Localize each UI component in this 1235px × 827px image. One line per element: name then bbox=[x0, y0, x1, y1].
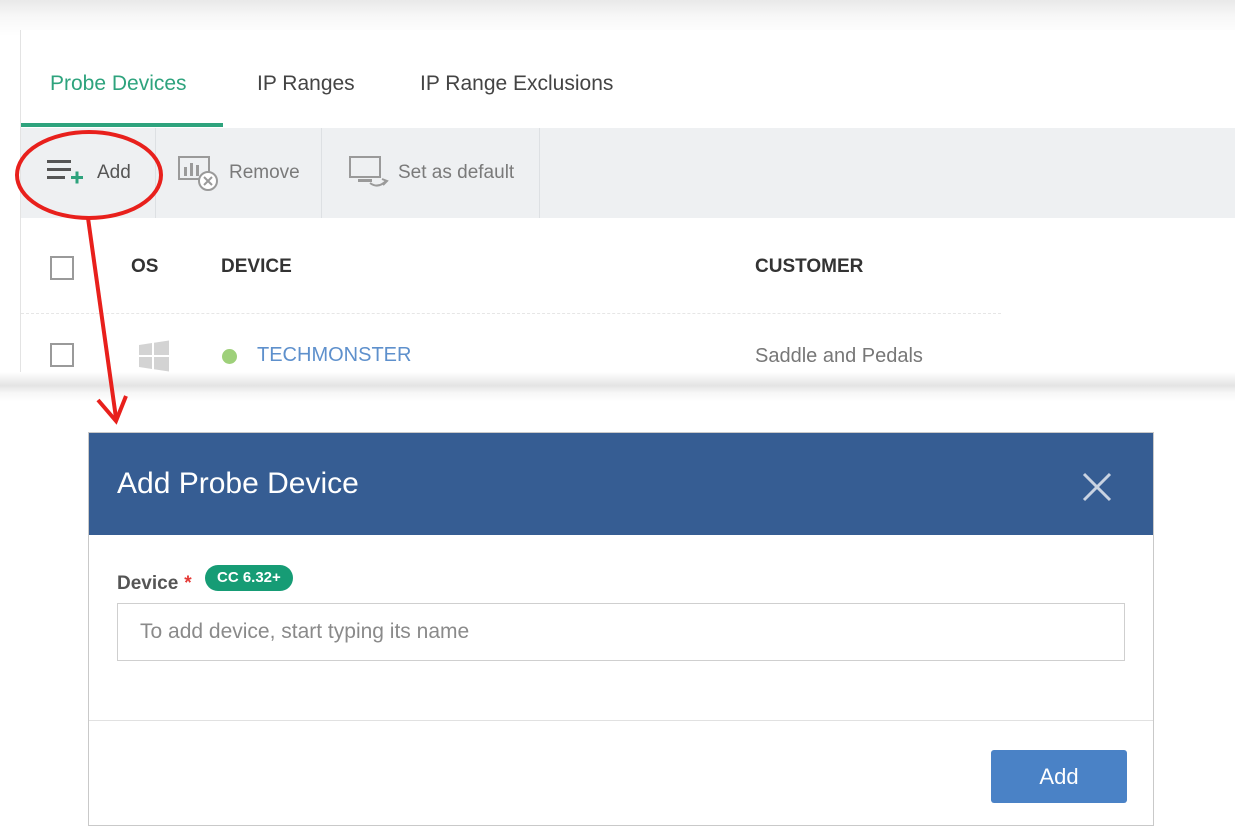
add-button[interactable]: Add bbox=[45, 128, 131, 218]
version-badge: CC 6.32+ bbox=[205, 565, 293, 591]
device-field-label: Device * bbox=[117, 573, 192, 595]
device-label-text: Device bbox=[117, 573, 179, 594]
tab-probe-devices[interactable]: Probe Devices bbox=[50, 72, 187, 96]
required-asterisk: * bbox=[184, 573, 192, 594]
select-all-checkbox[interactable] bbox=[50, 256, 74, 280]
add-label: Add bbox=[97, 162, 131, 183]
column-header-device[interactable]: DEVICE bbox=[221, 256, 292, 278]
column-header-customer[interactable]: CUSTOMER bbox=[755, 256, 863, 278]
customer-name: Saddle and Pedals bbox=[755, 345, 923, 367]
probe-devices-panel: Probe Devices IP Ranges IP Range Exclusi… bbox=[20, 30, 1235, 382]
dialog-footer-divider bbox=[89, 720, 1153, 721]
dialog-header: Add Probe Device bbox=[89, 433, 1153, 535]
column-header-os[interactable]: OS bbox=[131, 256, 158, 278]
toolbar-divider bbox=[155, 128, 156, 218]
set-as-default-button[interactable]: Set as default bbox=[348, 128, 514, 218]
remove-label: Remove bbox=[229, 162, 300, 183]
close-icon[interactable] bbox=[1081, 471, 1113, 503]
add-probe-device-dialog: Add Probe Device Device* CC 6.32+ Add bbox=[88, 432, 1154, 826]
remove-device-icon bbox=[177, 153, 221, 193]
toolbar-divider bbox=[321, 128, 322, 218]
table-header: OS DEVICE CUSTOMER bbox=[21, 218, 1001, 314]
tab-ip-range-exclusions[interactable]: IP Range Exclusions bbox=[420, 72, 613, 96]
set-as-default-label: Set as default bbox=[398, 162, 515, 183]
tab-ip-ranges[interactable]: IP Ranges bbox=[257, 72, 355, 96]
toolbar: Add Remove Set as default bbox=[21, 128, 1235, 218]
online-status-dot bbox=[222, 349, 237, 364]
row-checkbox[interactable] bbox=[50, 343, 74, 367]
active-tab-indicator bbox=[21, 123, 223, 127]
set-default-icon bbox=[348, 153, 390, 193]
device-search-input[interactable] bbox=[117, 603, 1125, 661]
dialog-title: Add Probe Device bbox=[117, 467, 359, 500]
device-link[interactable]: TECHMONSTER bbox=[257, 344, 411, 367]
torn-edge-bottom bbox=[0, 372, 1235, 402]
add-submit-button[interactable]: Add bbox=[991, 750, 1127, 803]
add-list-icon bbox=[45, 156, 89, 190]
remove-button[interactable]: Remove bbox=[177, 128, 300, 218]
toolbar-divider bbox=[539, 128, 540, 218]
tab-bar: Probe Devices IP Ranges IP Range Exclusi… bbox=[21, 52, 1235, 128]
